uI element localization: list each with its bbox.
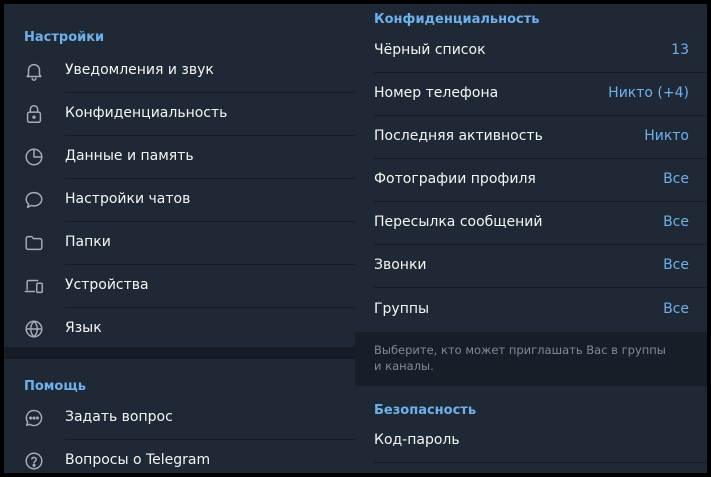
help-item-label: Вопросы о Telegram: [65, 452, 211, 468]
privacy-row-value: 13: [671, 42, 689, 58]
privacy-row-label: Чёрный список: [374, 42, 486, 58]
privacy-row-value: Все: [663, 171, 689, 187]
privacy-header: Конфиденциальность: [374, 12, 540, 27]
privacy-row-blocked[interactable]: Чёрный список 13: [355, 30, 707, 73]
groups-hint-text: Выберите, кто может приглашать Вас в гру…: [374, 343, 666, 373]
privacy-row-label: Звонки: [374, 257, 427, 273]
security-header: Безопасность: [374, 403, 477, 418]
security-row-passcode[interactable]: Код-пароль: [355, 420, 707, 463]
chat-bubble-icon: [23, 189, 45, 211]
folder-icon: [23, 232, 45, 254]
section-divider: [4, 347, 355, 359]
groups-hint-box: Выберите, кто может приглашать Вас в гру…: [355, 332, 707, 386]
sidebar-item-language[interactable]: Язык: [4, 308, 355, 351]
globe-icon: [23, 318, 45, 340]
settings-section: Настройки Уведомления и звук Конфиденциа…: [4, 12, 355, 350]
help-header: Помощь: [24, 379, 86, 394]
sidebar-item-data-storage[interactable]: Данные и память: [4, 136, 355, 179]
privacy-row-label: Пересылка сообщений: [374, 214, 543, 230]
help-section: Помощь Задать вопрос Вопросы о Telegram: [4, 359, 355, 473]
privacy-row-profile-photos[interactable]: Фотографии профиля Все: [355, 159, 707, 202]
sidebar-item-label: Устройства: [65, 277, 149, 293]
devices-icon: [23, 275, 45, 297]
settings-header: Настройки: [24, 30, 105, 45]
privacy-row-label: Номер телефона: [374, 85, 499, 101]
pie-chart-icon: [23, 146, 45, 168]
privacy-row-value: Все: [663, 301, 689, 317]
privacy-row-last-seen[interactable]: Последняя активность Никто: [355, 116, 707, 159]
security-row-label: Код-пароль: [374, 432, 460, 448]
divider: [374, 287, 707, 288]
privacy-row-groups[interactable]: Группы Все: [355, 289, 707, 332]
privacy-row-calls[interactable]: Звонки Все: [355, 245, 707, 288]
sidebar-item-label: Конфиденциальность: [65, 105, 228, 121]
privacy-row-forwarded-messages[interactable]: Пересылка сообщений Все: [355, 202, 707, 245]
chat-dots-icon: [23, 407, 45, 429]
help-item-label: Задать вопрос: [65, 409, 173, 425]
help-item-telegram-faq[interactable]: Вопросы о Telegram: [4, 440, 355, 473]
sidebar-item-notifications[interactable]: Уведомления и звук: [4, 50, 355, 93]
privacy-row-label: Последняя активность: [374, 128, 543, 144]
sidebar-item-label: Язык: [65, 320, 102, 336]
privacy-panel: Конфиденциальность Чёрный список 13 Номе…: [355, 4, 707, 473]
privacy-row-value: Все: [663, 214, 689, 230]
sidebar-item-devices[interactable]: Устройства: [4, 265, 355, 308]
sidebar-item-label: Данные и память: [65, 148, 194, 164]
lock-icon: [23, 103, 45, 125]
question-icon: [23, 450, 45, 472]
sidebar-item-folders[interactable]: Папки: [4, 222, 355, 265]
settings-window: Настройки Уведомления и звук Конфиденциа…: [4, 4, 707, 473]
help-item-ask-question[interactable]: Задать вопрос: [4, 397, 355, 440]
bell-icon: [23, 60, 45, 82]
sidebar-item-label: Папки: [65, 234, 111, 250]
privacy-row-value: Все: [663, 257, 689, 273]
privacy-row-phone-number[interactable]: Номер телефона Никто (+4): [355, 73, 707, 116]
privacy-row-value: Никто (+4): [608, 85, 689, 101]
sidebar-item-chat-settings[interactable]: Настройки чатов: [4, 179, 355, 222]
divider: [374, 462, 707, 463]
privacy-row-label: Фотографии профиля: [374, 171, 536, 187]
settings-sidebar: Настройки Уведомления и звук Конфиденциа…: [4, 4, 355, 473]
sidebar-item-label: Уведомления и звук: [65, 62, 214, 78]
privacy-row-label: Группы: [374, 301, 430, 317]
sidebar-item-privacy[interactable]: Конфиденциальность: [4, 93, 355, 136]
sidebar-item-label: Настройки чатов: [65, 191, 191, 207]
privacy-row-value: Никто: [644, 128, 689, 144]
